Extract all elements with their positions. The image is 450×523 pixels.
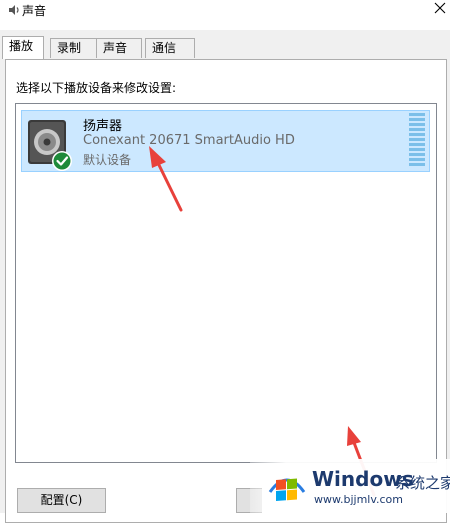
close-icon[interactable] bbox=[430, 0, 450, 18]
tab-playback[interactable]: 播放 bbox=[2, 36, 44, 59]
tab-recording[interactable]: 录制 bbox=[50, 38, 97, 58]
speaker-icon bbox=[9, 5, 19, 15]
speaker-device-icon bbox=[28, 120, 72, 171]
title-bar: 声音 bbox=[0, 0, 450, 30]
configure-button-label: 配置(C) bbox=[40, 493, 83, 507]
tab-label: 录制 bbox=[57, 41, 82, 55]
tab-label: 声音 bbox=[103, 41, 128, 55]
watermark-suffix: 系统之家 bbox=[395, 474, 450, 492]
tab-label: 播放 bbox=[9, 39, 34, 53]
configure-button[interactable]: 配置(C) bbox=[17, 488, 106, 513]
window-title: 声音 bbox=[22, 4, 47, 18]
watermark-url: www.bjjmlv.com bbox=[314, 493, 403, 506]
device-description: Conexant 20671 SmartAudio HD bbox=[83, 133, 295, 148]
watermark: Windows 系统之家 www.bjjmlv.com bbox=[250, 459, 450, 513]
tab-sounds[interactable]: 声音 bbox=[96, 38, 142, 58]
tab-communications[interactable]: 通信 bbox=[145, 38, 195, 58]
instruction-text: 选择以下播放设备来修改设置: bbox=[16, 81, 177, 95]
windows-logo-icon bbox=[268, 478, 306, 501]
default-check-icon bbox=[52, 151, 72, 171]
device-name: 扬声器 bbox=[83, 119, 123, 134]
tab-label: 通信 bbox=[152, 41, 177, 55]
volume-level-meter bbox=[409, 113, 425, 166]
device-status: 默认设备 bbox=[83, 153, 132, 167]
